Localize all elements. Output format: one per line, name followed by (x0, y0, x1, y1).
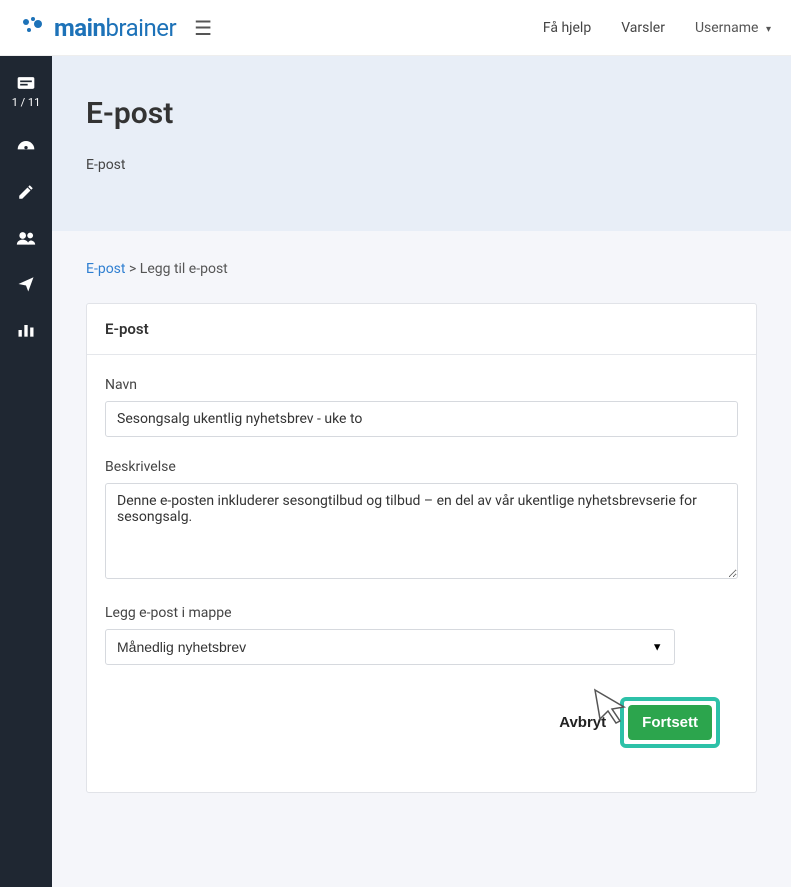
sidebar-progress-label: 1 / 11 (12, 96, 41, 109)
card-icon (16, 74, 36, 92)
hero: E-post E-post (52, 56, 791, 231)
logo-text: mainbrainer (54, 14, 176, 42)
form-group-name: Navn (105, 377, 738, 437)
breadcrumb-current: Legg til e-post (140, 261, 228, 277)
card-header: E-post (87, 304, 756, 355)
form-card: E-post Navn Beskrivelse Denne e-posten i… (86, 303, 757, 793)
breadcrumb-sep: > (129, 261, 136, 277)
gauge-icon (16, 137, 36, 155)
paper-plane-icon (16, 275, 36, 293)
breadcrumb-root-link[interactable]: E-post (86, 261, 125, 277)
sidebar-item-edit[interactable] (16, 183, 36, 201)
breadcrumb: E-post > Legg til e-post (52, 231, 791, 285)
bar-chart-icon (16, 321, 36, 339)
page-title: E-post (86, 96, 757, 131)
sidebar: 1 / 11 (0, 56, 52, 887)
users-icon (16, 229, 36, 247)
cancel-button[interactable]: Avbryt (559, 714, 606, 731)
description-label: Beskrivelse (105, 459, 738, 475)
user-dropdown[interactable]: Username ▾ (695, 20, 771, 36)
help-link[interactable]: Få hjelp (543, 20, 591, 36)
pencil-icon (16, 183, 36, 201)
folder-select-wrap: Månedlig nyhetsbrev ▼ (105, 629, 675, 665)
sidebar-item-send[interactable] (16, 275, 36, 293)
card-footer: Avbryt Fortsett (105, 687, 738, 766)
card-body: Navn Beskrivelse Denne e-posten inkluder… (87, 355, 756, 792)
page-subtitle: E-post (86, 157, 757, 173)
alerts-link[interactable]: Varsler (621, 20, 665, 36)
continue-highlight: Fortsett (620, 697, 720, 748)
description-textarea[interactable]: Denne e-posten inkluderer sesongtilbud o… (105, 483, 738, 579)
username-label: Username (695, 20, 759, 36)
topbar-links: Få hjelp Varsler Username ▾ (543, 20, 771, 36)
name-label: Navn (105, 377, 738, 393)
sidebar-item-progress[interactable]: 1 / 11 (12, 74, 41, 109)
logo-icon (20, 16, 48, 40)
form-group-description: Beskrivelse Denne e-posten inkluderer se… (105, 459, 738, 583)
menu-toggle-icon[interactable]: ☰ (194, 16, 212, 40)
sidebar-item-users[interactable] (16, 229, 36, 247)
topbar: mainbrainer ☰ Få hjelp Varsler Username … (0, 0, 791, 56)
folder-select[interactable]: Månedlig nyhetsbrev (105, 629, 675, 665)
sidebar-item-stats[interactable] (16, 321, 36, 339)
form-group-folder: Legg e-post i mappe Månedlig nyhetsbrev … (105, 605, 738, 665)
sidebar-item-dashboard[interactable] (16, 137, 36, 155)
chevron-down-icon: ▾ (766, 24, 771, 35)
main-content: E-post E-post E-post > Legg til e-post E… (52, 56, 791, 887)
folder-label: Legg e-post i mappe (105, 605, 738, 621)
logo[interactable]: mainbrainer (20, 14, 176, 42)
name-input[interactable] (105, 401, 738, 437)
continue-button[interactable]: Fortsett (628, 705, 712, 740)
